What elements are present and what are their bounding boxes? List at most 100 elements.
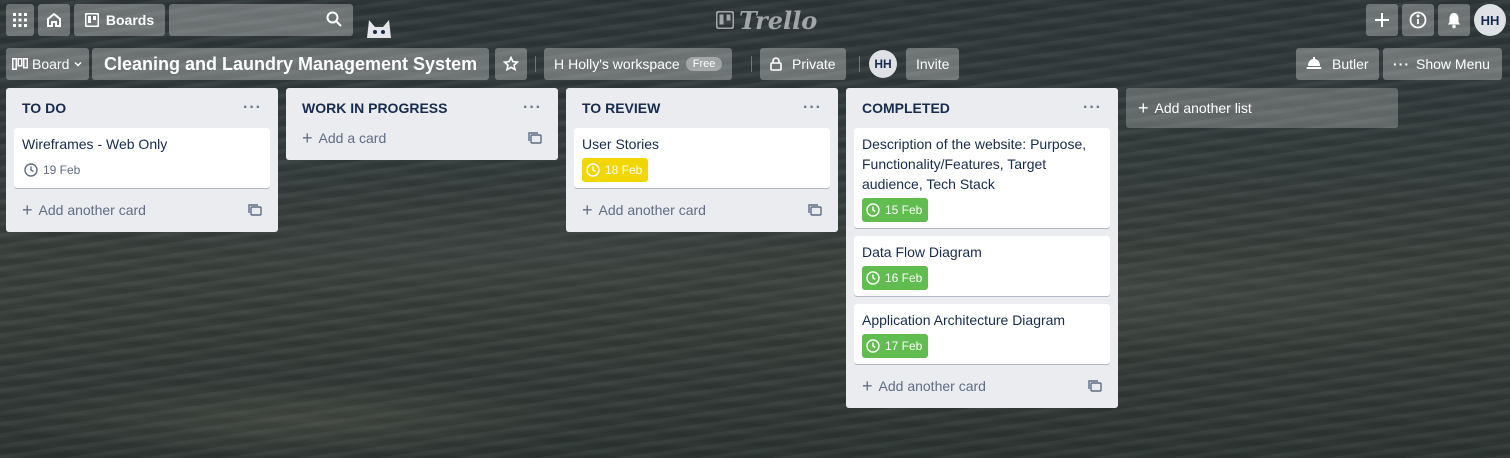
plus-icon: + [862,376,873,396]
add-card-button[interactable]: + Add a card [294,124,550,152]
header-divider [535,56,536,72]
more-horizontal-icon: ··· [1393,56,1410,72]
board-view-label: Board [32,56,70,72]
grid-icon [13,13,27,27]
card[interactable]: Data Flow Diagram 16 Feb [854,236,1110,296]
add-card-button[interactable]: + Add another card [854,372,1110,400]
top-header: Boards Trello HH [0,0,1510,40]
card-title: Application Architecture Diagram [862,312,1066,328]
visibility-button[interactable]: Private [760,48,846,80]
list-menu-icon[interactable]: ··· [523,99,542,117]
notifications-button[interactable] [1438,4,1470,36]
create-button[interactable] [1366,4,1398,36]
list-to-review: TO REVIEW ··· User Stories 18 Feb + Add a… [566,88,838,232]
due-date-text: 15 Feb [885,203,923,217]
due-date-badge[interactable]: 18 Feb [582,158,649,182]
butler-button[interactable]: Butler [1296,48,1379,80]
workspace-button[interactable]: H Holly's workspace Free [544,48,733,80]
boards-button[interactable]: Boards [74,4,165,36]
header-divider [859,56,860,72]
star-icon [503,56,519,72]
list-to-do: TO DO ··· Wireframes - Web Only 19 Feb +… [6,88,278,232]
chevron-down-icon [73,59,83,69]
list-menu-icon[interactable]: ··· [803,99,822,117]
workspace-plan-badge: Free [685,57,723,71]
lock-icon [770,57,782,71]
taco-mascot-icon [364,16,394,40]
invite-button[interactable]: Invite [906,48,960,80]
list-header: WORK IN PROGRESS ··· [294,88,550,128]
list-menu-icon[interactable]: ··· [1083,99,1102,117]
card[interactable]: Application Architecture Diagram 17 Feb [854,304,1110,364]
card-template-icon[interactable] [808,204,822,216]
card-title: Data Flow Diagram [862,244,982,260]
list-menu-icon[interactable]: ··· [243,99,262,117]
card-template-icon[interactable] [528,132,542,144]
card-title: Description of the website: Purpose, Fun… [862,136,1087,192]
list-title[interactable]: WORK IN PROGRESS [302,100,447,116]
plus-icon [1374,12,1390,28]
add-list-button[interactable]: + Add another list [1126,88,1398,128]
board-member-avatar[interactable]: HH [869,50,897,78]
plus-icon: + [22,200,33,220]
trello-logo[interactable]: Trello [716,5,818,35]
due-date-badge[interactable]: 17 Feb [862,334,929,358]
due-date-badge[interactable]: 16 Feb [862,266,929,290]
clock-icon [24,163,38,177]
boards-label: Boards [105,12,155,28]
plus-icon: + [1138,98,1149,118]
card-title: Wireframes - Web Only [22,136,168,152]
star-board-button[interactable] [495,48,527,80]
card-template-icon[interactable] [1088,380,1102,392]
clock-icon [586,163,600,177]
trello-logo-icon [716,11,734,29]
due-date-text: 16 Feb [885,271,923,285]
search-icon[interactable] [326,11,342,27]
show-menu-button[interactable]: ··· Show Menu [1383,48,1502,80]
add-card-button[interactable]: + Add another card [574,196,830,224]
due-date-text: 19 Feb [43,163,81,177]
due-date-badge[interactable]: 19 Feb [22,158,86,182]
list-title[interactable]: TO DO [22,100,66,116]
workspace-label: Holly's workspace [568,56,680,72]
add-card-label: Add another card [38,202,146,218]
add-card-label: Add another card [598,202,706,218]
card[interactable]: Wireframes - Web Only 19 Feb [14,128,270,188]
home-button[interactable] [38,4,70,36]
apps-button[interactable] [6,4,34,36]
add-card-button[interactable]: + Add another card [14,196,270,224]
header-divider [751,56,752,72]
visibility-label: Private [792,56,836,72]
butler-bell-icon [1306,57,1322,71]
home-icon [46,12,62,28]
list-header: TO REVIEW ··· [574,88,830,128]
card[interactable]: Description of the website: Purpose, Fun… [854,128,1110,228]
butler-label: Butler [1332,56,1369,72]
board-icon [84,13,99,27]
list-title[interactable]: COMPLETED [862,100,950,116]
add-card-label: Add another card [878,378,986,394]
plus-icon: + [302,128,313,148]
workspace-prefix: H [554,56,565,72]
list-header: COMPLETED ··· [854,88,1110,128]
list-title[interactable]: TO REVIEW [582,100,660,116]
card[interactable]: User Stories 18 Feb [574,128,830,188]
user-avatar[interactable]: HH [1474,4,1506,36]
due-date-text: 17 Feb [885,339,923,353]
trello-logo-text: Trello [739,5,818,35]
clock-icon [866,339,880,353]
clock-icon [866,203,880,217]
invite-label: Invite [916,56,950,72]
show-menu-label: Show Menu [1416,56,1490,72]
info-button[interactable] [1402,4,1434,36]
board-title[interactable]: Cleaning and Laundry Management System [92,48,490,80]
card-template-icon[interactable] [248,204,262,216]
add-list-label: Add another list [1154,100,1252,116]
board-view-switcher[interactable]: Board [6,48,90,80]
card-title: User Stories [582,136,660,152]
clock-icon [866,271,880,285]
due-date-text: 18 Feb [605,163,643,177]
add-card-label: Add a card [318,130,387,146]
list-header: TO DO ··· [14,88,270,128]
due-date-badge[interactable]: 15 Feb [862,198,929,222]
